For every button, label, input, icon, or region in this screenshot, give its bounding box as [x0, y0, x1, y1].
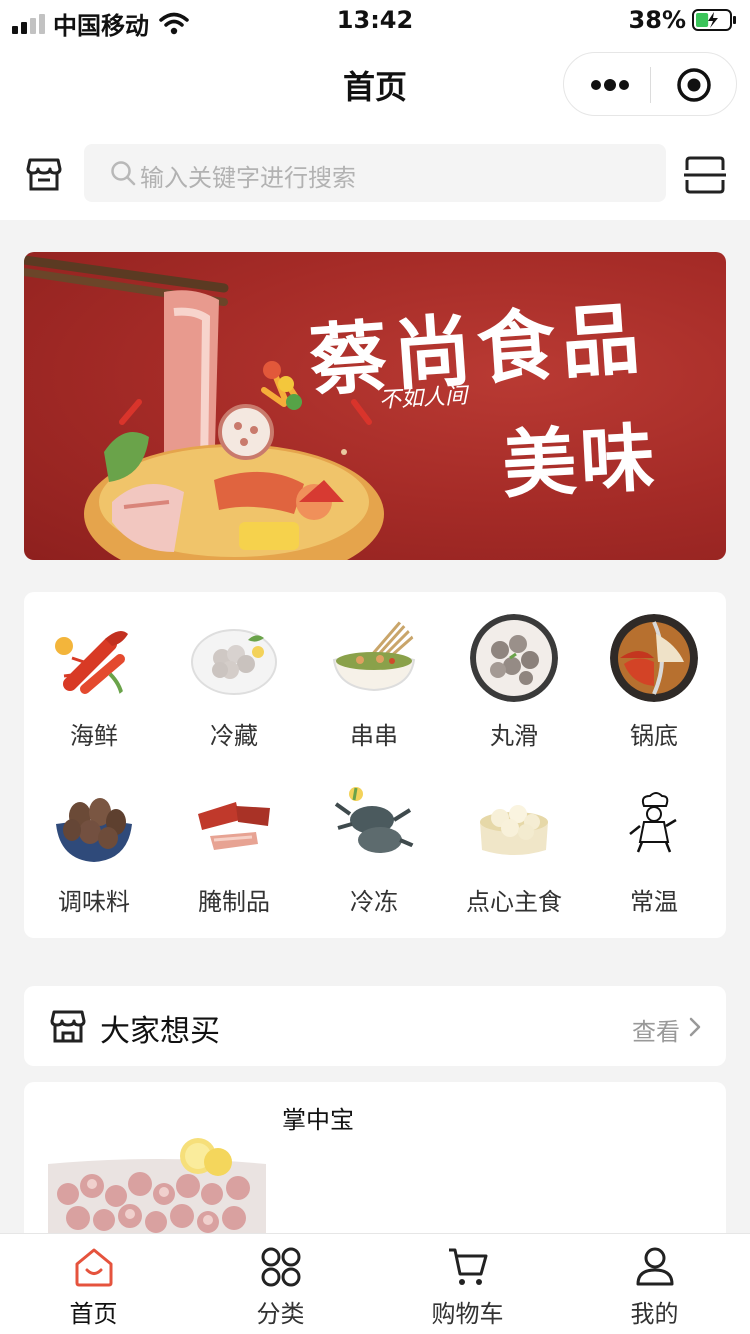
title-bar: 首页	[0, 42, 750, 128]
store-icon[interactable]	[26, 156, 62, 192]
banner-title: 蔡尚食品	[306, 293, 649, 408]
tab-home[interactable]: 首页	[0, 1234, 187, 1334]
skewers-bowl-icon	[332, 619, 417, 692]
category-frozen[interactable]: 冷冻	[304, 758, 444, 916]
meatballs-icon	[470, 614, 558, 702]
status-bar-right: 38%	[629, 6, 738, 34]
promo-banner[interactable]: 蔡尚食品 不如人间 美味	[24, 252, 726, 560]
category-soup-base[interactable]: 锅底	[584, 592, 724, 750]
banner-tagline: 美味	[500, 414, 661, 510]
search-placeholder: 输入关键字进行搜索	[140, 164, 356, 192]
tab-label: 我的	[630, 1300, 679, 1328]
category-seafood[interactable]: 海鲜	[24, 592, 164, 750]
section-title: 大家想买	[100, 1014, 220, 1049]
category-cured[interactable]: 腌制品	[164, 758, 304, 916]
category-label: 腌制品	[198, 888, 270, 916]
category-refrigerated[interactable]: 冷藏	[164, 592, 304, 750]
crayfish-icon	[50, 614, 138, 702]
dumplings-icon	[470, 780, 558, 868]
scan-icon[interactable]	[684, 156, 726, 194]
tab-label: 首页	[69, 1300, 118, 1328]
battery-percent: 38%	[628, 6, 686, 34]
category-label: 冷冻	[350, 888, 398, 916]
capsule-divider	[650, 67, 651, 103]
category-label: 锅底	[630, 722, 678, 750]
tab-label: 购物车	[431, 1300, 504, 1328]
grid-icon	[261, 1247, 301, 1287]
tab-cart[interactable]: 购物车	[374, 1234, 561, 1334]
category-label: 调味料	[58, 888, 130, 916]
product-name: 掌中宝	[282, 1106, 354, 1134]
spice-bowl-icon	[56, 798, 132, 862]
category-label: 冷藏	[210, 722, 258, 750]
search-input[interactable]: 输入关键字进行搜索	[84, 144, 666, 202]
search-icon	[111, 161, 136, 186]
category-seasoning[interactable]: 调味料	[24, 758, 164, 916]
view-more-link[interactable]: 查看	[632, 1012, 680, 1047]
user-icon	[636, 1247, 674, 1286]
category-label: 串串	[350, 722, 398, 750]
hotpot-icon	[610, 614, 698, 702]
category-skewers[interactable]: 串串	[304, 592, 444, 750]
tab-mine[interactable]: 我的	[561, 1234, 748, 1334]
category-ambient[interactable]: 常温	[584, 758, 724, 916]
tab-category[interactable]: 分类	[187, 1234, 374, 1334]
cured-meat-icon	[190, 780, 278, 868]
chef-icon	[610, 780, 698, 868]
cart-icon	[449, 1248, 488, 1285]
category-meatballs[interactable]: 丸滑	[444, 592, 584, 750]
chevron-right-icon[interactable]	[688, 1016, 702, 1038]
crab-icon	[330, 780, 418, 868]
battery-icon	[692, 9, 736, 31]
category-label: 丸滑	[490, 722, 538, 750]
home-icon	[75, 1248, 113, 1287]
category-label: 点心主食	[466, 888, 562, 916]
category-label: 海鲜	[70, 722, 118, 750]
category-grid: 海鲜 冷藏 串串 丸滑 锅底 调味料 腌制品 冷冻 点心主食 常温	[24, 592, 726, 938]
product-image	[48, 1138, 266, 1244]
more-icon[interactable]	[590, 79, 630, 91]
banner-subtitle: 不如人间	[378, 383, 468, 414]
shrimp-plate-icon	[191, 629, 277, 695]
mini-program-capsule	[563, 52, 737, 116]
status-bar: 中国移动 13:42 38%	[0, 0, 750, 42]
search-bar: 输入关键字进行搜索	[0, 128, 750, 220]
close-target-icon[interactable]	[676, 67, 712, 103]
section-header: 大家想买 查看	[24, 986, 726, 1066]
shop-icon	[50, 1010, 86, 1043]
tab-label: 分类	[256, 1300, 305, 1328]
tab-bar: 首页 分类 购物车 我的	[0, 1233, 750, 1334]
category-dim-sum[interactable]: 点心主食	[444, 758, 584, 916]
category-label: 常温	[630, 888, 678, 916]
